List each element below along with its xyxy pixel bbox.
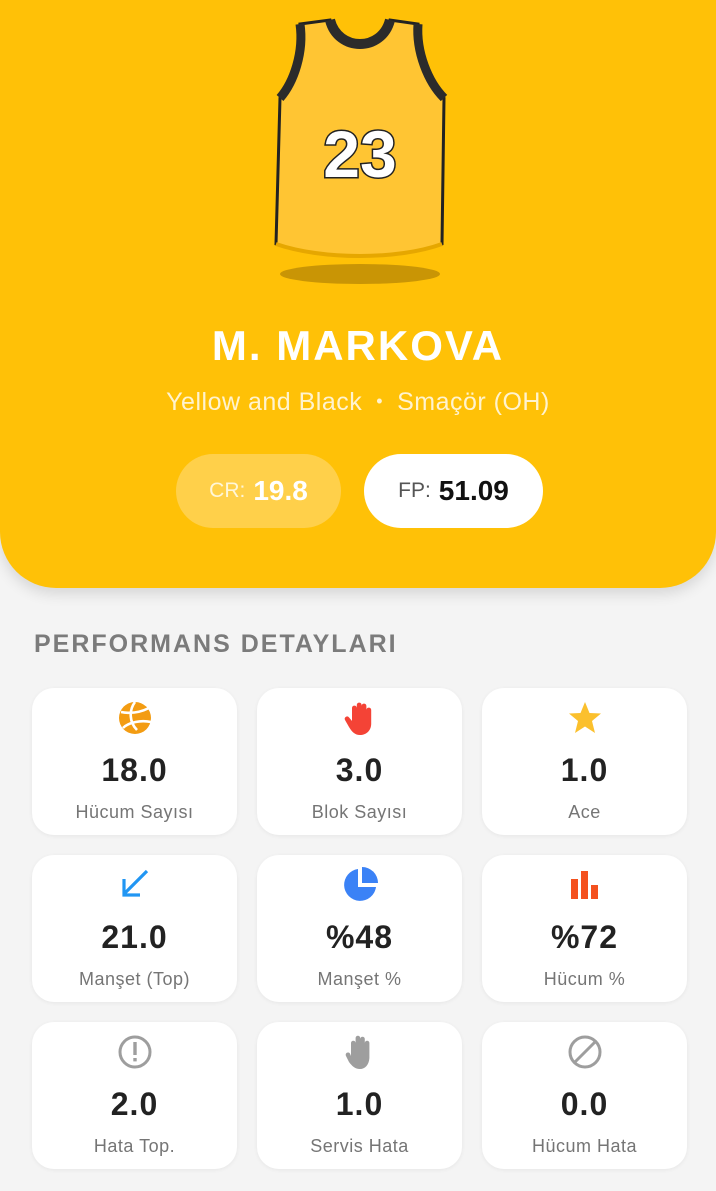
stat-value: 1.0 [335,1086,384,1122]
stat-value: 2.0 [110,1086,159,1122]
stat-card-ace: 1.0 Ace [482,688,687,835]
stat-card-reception: 21.0 Manşet (Top) [32,855,237,1002]
stat-label: Manşet % [317,969,402,989]
fp-value: 51.09 [438,475,509,506]
fp-badge: FP: 51.09 [364,454,543,528]
exclamation-circle-icon [32,1034,237,1070]
stat-value: 21.0 [101,919,168,955]
stat-label: Hata Top. [93,1136,176,1156]
section-title: PERFORMANS DETAYLARI [34,630,398,658]
stat-value: %72 [550,919,619,955]
stat-label: Ace [568,802,601,822]
star-icon [482,700,687,736]
pie-chart-icon [257,867,462,903]
block-circle-icon [482,1034,687,1070]
stat-card-block: 3.0 Blok Sayısı [257,688,462,835]
player-header: 23 M. MARKOVA Yellow and Black • Smaçör (O… [0,0,716,588]
stat-label: Manşet (Top) [78,969,191,989]
stat-label: Hücum % [543,969,626,989]
cr-badge: CR: 19.8 [176,454,341,528]
hand-block-icon [257,700,462,736]
stat-value: 1.0 [560,752,609,788]
stat-value: 18.0 [101,752,168,788]
stat-label: Blok Sayısı [311,802,408,822]
stat-card-attack: 18.0 Hücum Sayısı [32,688,237,835]
player-name: M. MARKOVA [211,322,505,369]
stat-label: Hücum Hata [531,1136,638,1156]
stat-card-service-error: 1.0 Servis Hata [257,1022,462,1169]
stat-value: 0.0 [560,1086,609,1122]
jersey-number: 23 [323,117,396,191]
stat-card-reception-pct: %48 Manşet % [257,855,462,1002]
stat-card-attack-pct: %72 Hücum % [482,855,687,1002]
player-subtitle: Yellow and Black • Smaçör (OH) [0,388,716,417]
jersey-icon: 23 [258,12,458,292]
team-name: Yellow and Black [166,388,363,416]
stat-value: 3.0 [335,752,384,788]
arrow-down-left-icon [32,867,237,903]
stat-card-errors: 2.0 Hata Top. [32,1022,237,1169]
fp-label: FP: [398,479,431,502]
bar-chart-icon [482,867,687,903]
volleyball-icon [32,700,237,736]
stat-value: %48 [325,919,394,955]
cr-label: CR: [209,479,246,502]
stat-label: Servis Hata [310,1136,409,1156]
separator-dot: • [376,391,384,411]
stats-grid: 18.0 Hücum Sayısı 3.0 Blok Sayısı 1.0 Ac… [32,688,688,1169]
player-position: Smaçör (OH) [397,388,550,416]
stat-card-attack-error: 0.0 Hücum Hata [482,1022,687,1169]
cr-value: 19.8 [253,475,308,506]
stat-label: Hücum Sayısı [75,802,194,822]
hand-icon [257,1034,462,1070]
